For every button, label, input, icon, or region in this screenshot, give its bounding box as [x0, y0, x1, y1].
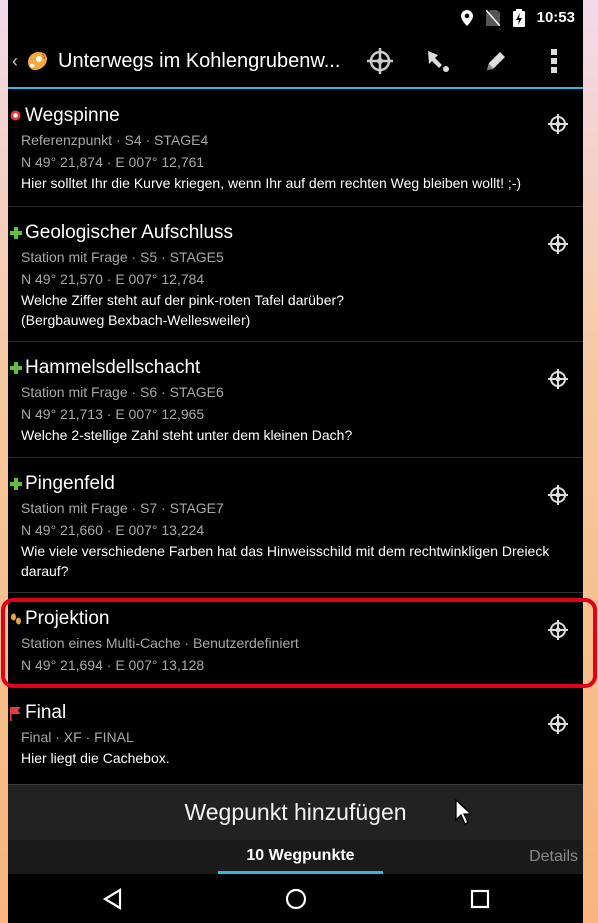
- status-bar: 10:53: [8, 0, 583, 35]
- final-flag-icon: [10, 706, 23, 721]
- waypoint-coords: N 49° 21,694 · E 007° 13,128: [21, 657, 205, 673]
- navigate-icon[interactable]: [547, 368, 569, 390]
- action-bar: ‹ Unterwegs im Kohlengrubenw...: [8, 35, 583, 89]
- list-item[interactable]: Pingenfeld Station mit Frage · S7 · STAG…: [8, 458, 583, 593]
- tab-details[interactable]: Details: [529, 840, 578, 874]
- tab-bar: 10 Wegpunkte Details: [8, 840, 583, 874]
- no-sim-icon: [485, 9, 501, 26]
- waypoint-name: Final: [25, 702, 67, 723]
- waypoint-note: Hier solltet Ihr die Kurve kriegen, wenn…: [21, 175, 522, 191]
- recents-icon[interactable]: [467, 886, 493, 912]
- list-item[interactable]: Final Final · XF · FINAL Hier liegt die …: [8, 687, 583, 779]
- waypoint-name: Projektion: [25, 608, 110, 629]
- question-station-icon: [10, 226, 23, 240]
- system-nav-bar: [8, 874, 583, 923]
- navigate-icon[interactable]: [547, 113, 569, 135]
- edit-button[interactable]: [467, 34, 525, 88]
- waypoint-type: Station mit Frage · S7 · STAGE7: [21, 500, 224, 516]
- clock: 10:53: [536, 9, 575, 26]
- navigate-icon[interactable]: [547, 713, 569, 735]
- multi-cache-stage-icon: [10, 613, 23, 626]
- waypoint-coords: N 49° 21,874 · E 007° 12,761: [21, 154, 205, 170]
- waypoint-type: Station mit Frage · S5 · STAGE5: [21, 249, 224, 265]
- waypoint-list: Wegspinne Referenzpunkt · S4 · STAGE4 N …: [8, 91, 583, 779]
- list-item-projektion[interactable]: Projektion Station eines Multi-Cache · B…: [8, 593, 583, 687]
- waypoint-name: Wegspinne: [25, 105, 120, 126]
- waypoint-type: Final · XF · FINAL: [21, 729, 134, 745]
- overflow-menu-button[interactable]: [525, 34, 583, 88]
- waypoint-note: Welche Ziffer steht auf der pink-roten T…: [21, 292, 344, 328]
- phone-screen: 10:53 ‹ Unterwegs im Kohlengrubenw... We…: [1, 0, 597, 923]
- compass-icon: [367, 48, 393, 74]
- map-button[interactable]: [409, 34, 467, 88]
- waypoint-coords: N 49° 21,570 · E 007° 12,784: [21, 271, 205, 287]
- location-icon: [459, 9, 475, 26]
- home-icon[interactable]: [283, 886, 309, 912]
- page-title: Unterwegs im Kohlengrubenw...: [58, 49, 341, 72]
- add-waypoint-label: Wegpunkt hinzufügen: [184, 799, 407, 825]
- list-item[interactable]: Geologischer Aufschluss Station mit Frag…: [8, 207, 583, 342]
- list-item[interactable]: Hammelsdellschacht Station mit Frage · S…: [8, 342, 583, 458]
- question-station-icon: [10, 361, 23, 375]
- map-arrow-icon: [428, 51, 449, 72]
- navigate-icon[interactable]: [547, 484, 569, 506]
- waypoint-type: Station eines Multi-Cache · Benutzerdefi…: [21, 635, 299, 651]
- back-icon[interactable]: [100, 886, 126, 912]
- battery-charging-icon: [511, 8, 527, 27]
- mouse-cursor-icon: [455, 799, 473, 825]
- waypoint-type: Station mit Frage · S6 · STAGE6: [21, 384, 224, 400]
- tab-waypoints[interactable]: 10 Wegpunkte: [218, 840, 383, 874]
- more-vert-icon: [551, 49, 557, 73]
- waypoint-coords: N 49° 21,660 · E 007° 13,224: [21, 522, 205, 538]
- app-logo-icon[interactable]: [24, 48, 50, 74]
- waypoint-coords: N 49° 21,713 · E 007° 12,965: [21, 406, 205, 422]
- navigate-button[interactable]: [351, 34, 409, 88]
- back-chevron-icon[interactable]: ‹: [12, 51, 24, 72]
- list-item[interactable]: Wegspinne Referenzpunkt · S4 · STAGE4 N …: [8, 91, 583, 207]
- waypoint-note: Hier liegt die Cachebox.: [21, 750, 170, 766]
- waypoint-name: Pingenfeld: [25, 473, 115, 494]
- pencil-icon: [487, 52, 505, 70]
- reference-point-icon: [10, 110, 23, 123]
- waypoint-note: Welche 2-stellige Zahl steht unter dem k…: [21, 427, 353, 443]
- waypoint-name: Hammelsdellschacht: [25, 357, 201, 378]
- waypoint-note: Wie viele verschiedene Farben hat das Hi…: [21, 543, 550, 579]
- waypoint-name: Geologischer Aufschluss: [25, 222, 234, 243]
- waypoint-type: Referenzpunkt · S4 · STAGE4: [21, 132, 209, 148]
- question-station-icon: [10, 477, 23, 491]
- add-waypoint-button[interactable]: Wegpunkt hinzufügen: [8, 784, 583, 840]
- navigate-icon[interactable]: [547, 619, 569, 641]
- navigate-icon[interactable]: [547, 233, 569, 255]
